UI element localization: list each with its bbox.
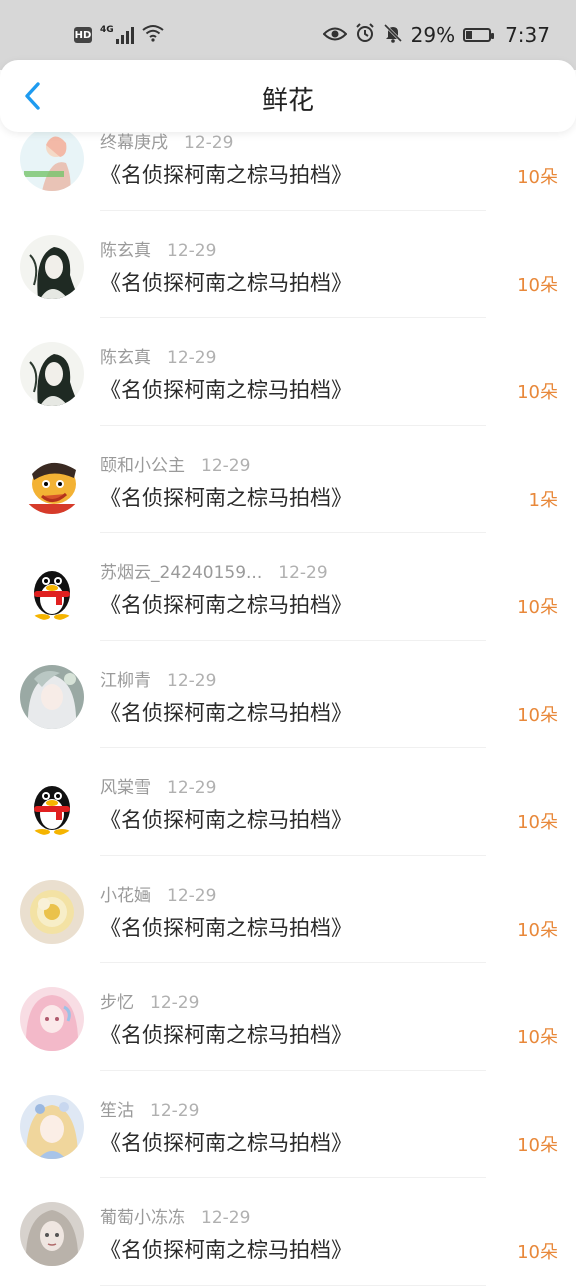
flower-count: 10朵 <box>517 382 558 403</box>
user-name: 笙沽 <box>100 1100 134 1121</box>
list-item[interactable]: 风棠雪 12-29 《名侦探柯南之棕马拍档》 10朵 <box>0 748 576 856</box>
item-date: 12-29 <box>184 133 234 153</box>
user-name: 江柳青 <box>100 670 151 691</box>
divider <box>100 1284 486 1286</box>
avatar[interactable] <box>20 234 84 299</box>
wifi-icon <box>142 23 164 47</box>
item-meta: 笙沽 12-29 <box>100 1096 199 1121</box>
work-title: 《名侦探柯南之棕马拍档》 <box>100 915 352 940</box>
work-title: 《名侦探柯南之棕马拍档》 <box>100 593 352 617</box>
list-item[interactable]: 笙沽 12-29 《名侦探柯南之棕马拍档》 10朵 <box>0 1071 576 1178</box>
flower-count: 10朵 <box>517 167 558 188</box>
item-date: 12-29 <box>167 670 217 691</box>
flower-count: 10朵 <box>517 597 558 618</box>
item-date: 12-29 <box>201 455 251 476</box>
avatar[interactable] <box>20 449 84 514</box>
avatar[interactable] <box>20 987 84 1051</box>
item-meta: 风棠雪 12-29 <box>100 773 216 798</box>
item-meta: 江柳青 12-29 <box>100 666 216 691</box>
user-name: 风棠雪 <box>100 778 151 798</box>
item-date: 12-29 <box>150 993 200 1013</box>
work-title: 《名侦探柯南之棕马拍档》 <box>100 1238 352 1262</box>
avatar[interactable] <box>20 1094 84 1159</box>
work-title: 《名侦探柯南之棕马拍档》 <box>100 1130 352 1155</box>
list-item[interactable]: 苏烟云_24240159... 12-29 《名侦探柯南之棕马拍档》 10朵 <box>0 533 576 641</box>
flower-count: 10朵 <box>517 274 558 296</box>
flower-count: 10朵 <box>517 812 558 833</box>
user-name: 小花婳 <box>100 885 151 906</box>
work-title: 《名侦探柯南之棕马拍档》 <box>100 270 352 295</box>
item-date: 12-29 <box>167 240 217 261</box>
list-item[interactable]: 小花婳 12-29 《名侦探柯南之棕马拍档》 10朵 <box>0 856 576 963</box>
user-name: 终幕庚戌 <box>100 133 168 153</box>
item-meta: 陈玄真 12-29 <box>100 236 216 261</box>
clock: 7:37 <box>505 23 550 47</box>
battery-icon <box>463 28 495 42</box>
avatar[interactable] <box>20 1202 84 1266</box>
flower-count: 1朵 <box>528 489 558 511</box>
page-title: 鲜花 <box>261 86 314 116</box>
item-meta: 苏烟云_24240159... 12-29 <box>100 558 328 583</box>
list-item[interactable]: 陈玄真 12-29 《名侦探柯南之棕马拍档》 10朵 <box>0 318 576 426</box>
flower-count: 10朵 <box>517 919 558 941</box>
work-title: 《名侦探柯南之棕马拍档》 <box>100 485 352 510</box>
avatar[interactable] <box>20 879 84 944</box>
alarm-icon <box>355 22 375 48</box>
work-title: 《名侦探柯南之棕马拍档》 <box>100 163 352 187</box>
item-date: 12-29 <box>278 563 328 583</box>
mute-bell-icon <box>383 23 403 48</box>
signal-icon <box>115 26 134 44</box>
user-name: 苏烟云_24240159... <box>100 563 263 583</box>
avatar[interactable] <box>20 342 84 406</box>
item-meta: 陈玄真 12-29 <box>100 343 216 368</box>
item-date: 12-29 <box>201 1208 251 1228</box>
network-type: 4G <box>100 25 114 35</box>
user-name: 陈玄真 <box>100 348 151 368</box>
item-date: 12-29 <box>167 885 217 906</box>
item-meta: 葡萄小冻冻 12-29 <box>100 1203 250 1228</box>
flower-count: 10朵 <box>517 1027 558 1048</box>
item-meta: 小花婳 12-29 <box>100 881 216 906</box>
user-name: 步忆 <box>100 993 134 1013</box>
list-item[interactable]: 江柳青 12-29 《名侦探柯南之棕马拍档》 10朵 <box>0 641 576 748</box>
flower-count: 10朵 <box>517 1242 558 1263</box>
flower-list: 终幕庚戌 12-29 《名侦探柯南之棕马拍档》 10朵 陈玄真 12-29 《名侦探… <box>0 103 576 1286</box>
user-name: 陈玄真 <box>100 240 151 261</box>
flower-count: 10朵 <box>517 1134 558 1156</box>
eye-icon <box>322 23 348 47</box>
app-header: 鲜花 <box>0 60 576 132</box>
flower-count: 10朵 <box>517 704 558 726</box>
work-title: 《名侦探柯南之棕马拍档》 <box>100 1023 352 1047</box>
avatar[interactable] <box>20 557 84 621</box>
work-title: 《名侦探柯南之棕马拍档》 <box>100 808 352 832</box>
list-item[interactable]: 步忆 12-29 《名侦探柯南之棕马拍档》 10朵 <box>0 963 576 1071</box>
item-meta: 步忆 12-29 <box>100 988 199 1013</box>
avatar[interactable] <box>20 664 84 729</box>
avatar[interactable] <box>20 772 84 836</box>
item-date: 12-29 <box>167 778 217 798</box>
list-item[interactable]: 葡萄小冻冻 12-29 《名侦探柯南之棕马拍档》 10朵 <box>0 1178 576 1286</box>
avatar[interactable] <box>20 127 84 191</box>
list-item[interactable]: 陈玄真 12-29 《名侦探柯南之棕马拍档》 10朵 <box>0 211 576 318</box>
user-name: 葡萄小冻冻 <box>100 1208 185 1228</box>
item-date: 12-29 <box>167 348 217 368</box>
list-item[interactable]: 颐和小公主 12-29 《名侦探柯南之棕马拍档》 1朵 <box>0 426 576 533</box>
hd-icon: HD <box>74 27 92 43</box>
work-title: 《名侦探柯南之棕马拍档》 <box>100 700 352 725</box>
work-title: 《名侦探柯南之棕马拍档》 <box>100 378 352 402</box>
item-date: 12-29 <box>150 1100 200 1121</box>
item-meta: 颐和小公主 12-29 <box>100 451 250 476</box>
user-name: 颐和小公主 <box>100 455 185 476</box>
battery-percent: 29% <box>410 23 456 47</box>
